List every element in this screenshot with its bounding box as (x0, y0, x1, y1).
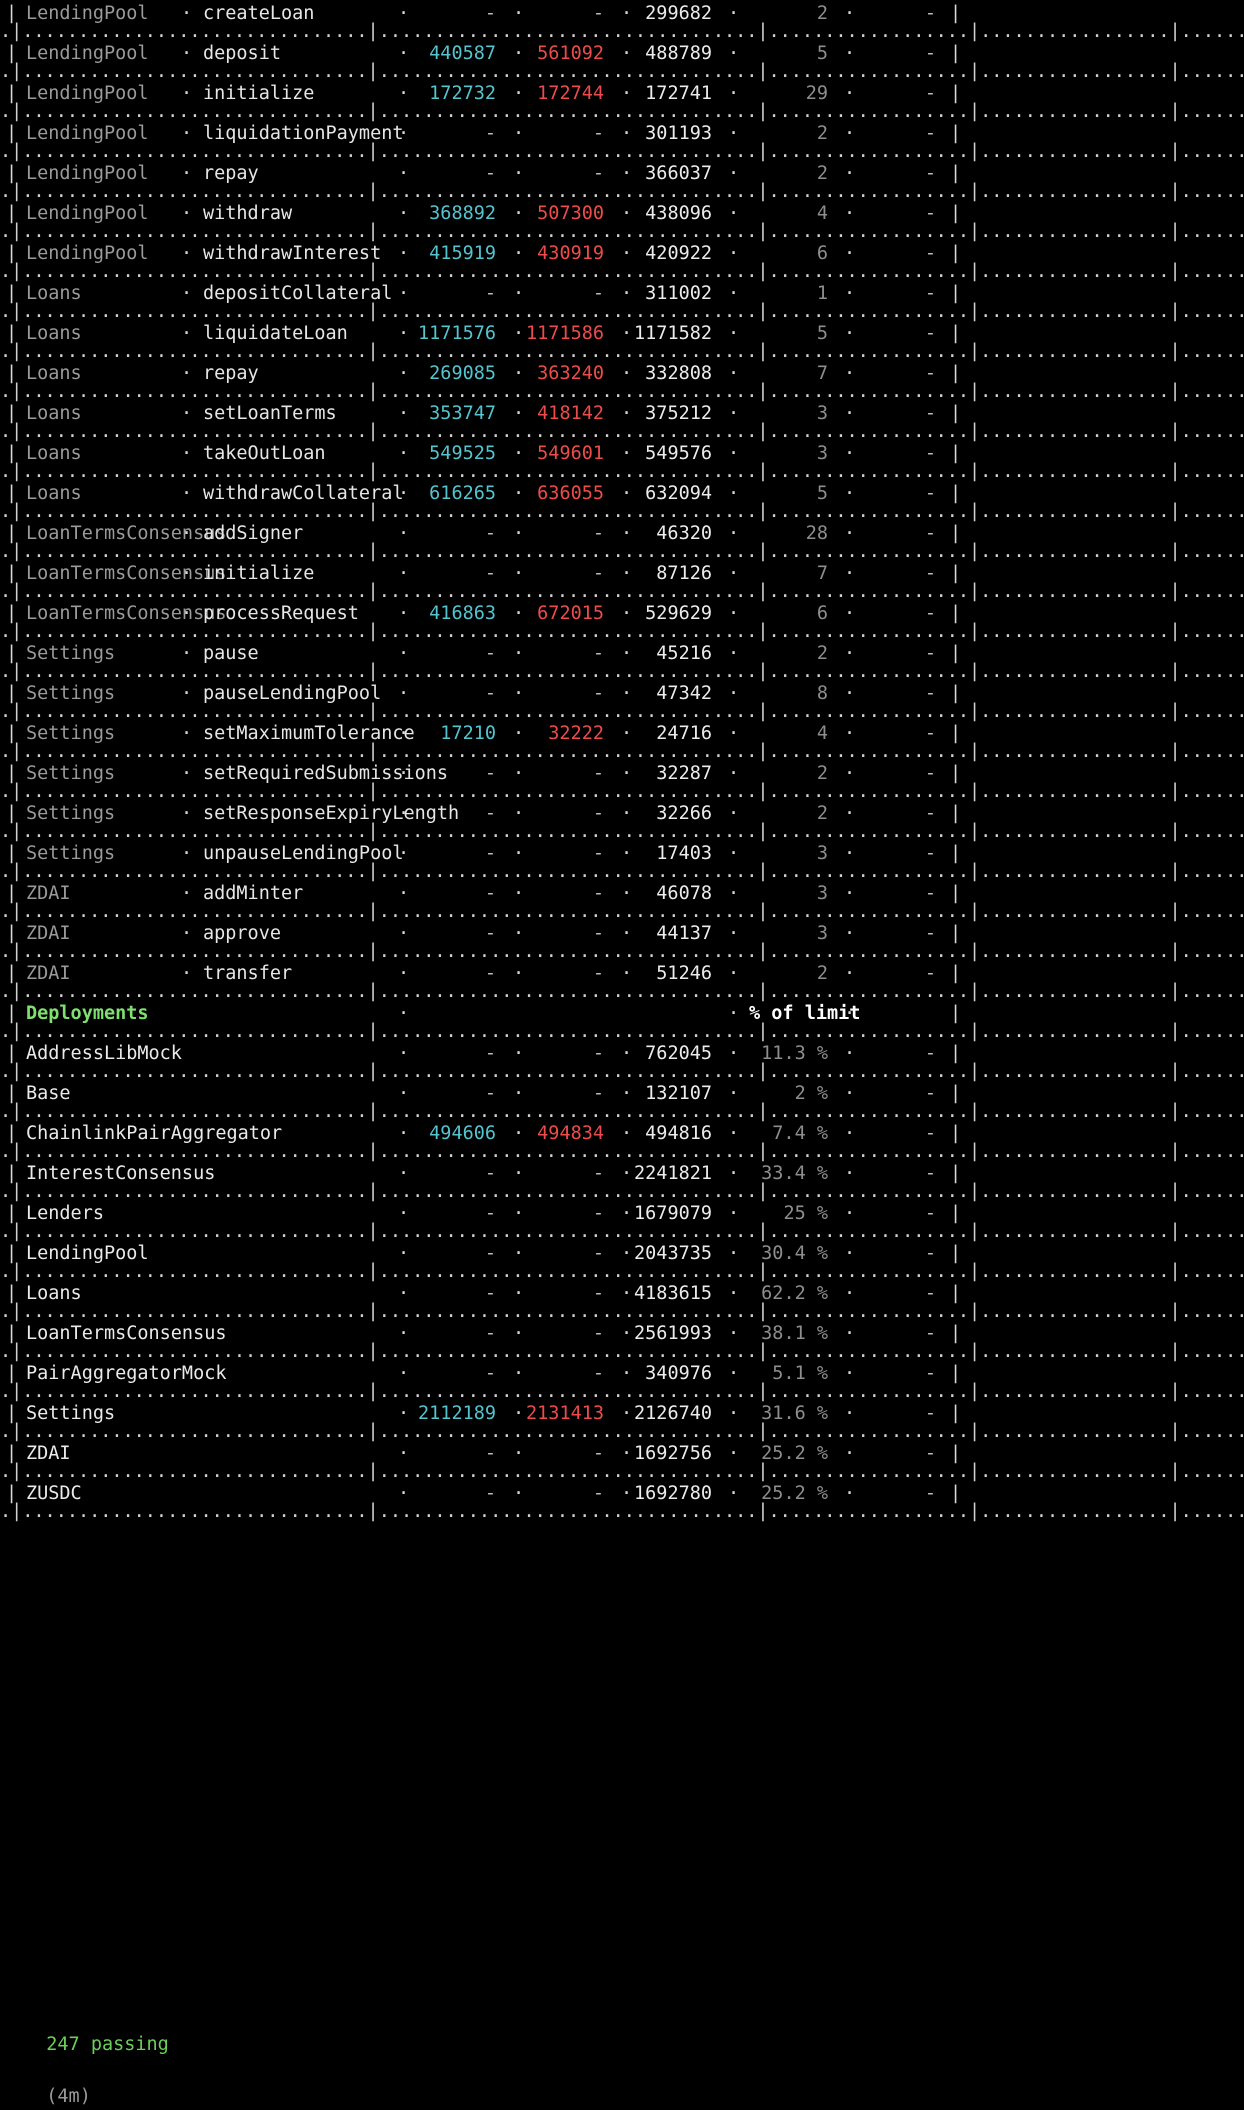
test-summary: 247 passing (4m) (24, 2006, 169, 2107)
terminal-output: | LendingPool · createLoan · - · - · 299682 · 2 · - |.… (0, 0, 1244, 2038)
table-separator: .|...............................|......… (0, 1261, 1244, 1282)
table-separator: .|...............................|......… (0, 821, 1244, 842)
table-separator: .|...............................|......… (0, 701, 1244, 722)
table-separator: .|...............................|......… (0, 661, 1244, 682)
table-separator: .|...............................|......… (0, 221, 1244, 242)
table-separator: .|...............................|......… (0, 621, 1244, 642)
table-separator: .|...............................|......… (0, 1181, 1244, 1202)
table-separator: .|...............................|......… (0, 941, 1244, 962)
table-separator: .|...............................|......… (0, 981, 1244, 1002)
table-separator: .|...............................|......… (0, 1021, 1244, 1042)
table-separator: .|...............................|......… (0, 461, 1244, 482)
table-separator: .|...............................|......… (0, 141, 1244, 162)
table-separator: .|...............................|......… (0, 1061, 1244, 1082)
table-separator: .|...............................|......… (0, 1381, 1244, 1402)
table-separator: .|...............................|......… (0, 741, 1244, 762)
table-separator: .|...............................|......… (0, 341, 1244, 362)
table-separator: .|...............................|......… (0, 581, 1244, 602)
table-separator: .|...............................|......… (0, 101, 1244, 122)
table-separator: .|...............................|......… (0, 1461, 1244, 1482)
table-separator: .|...............................|......… (0, 1141, 1244, 1162)
table-separator: .|...............................|......… (0, 861, 1244, 882)
table-separator: .|...............................|......… (0, 381, 1244, 402)
table-separator: .|...............................|......… (0, 1221, 1244, 1242)
table-separator: .|...............................|......… (0, 301, 1244, 322)
table-separator: .|...............................|......… (0, 901, 1244, 922)
test-duration: (4m) (46, 2086, 91, 2107)
table-separator: .|...............................|......… (0, 501, 1244, 522)
table-separator: .|...............................|......… (0, 1341, 1244, 1362)
table-separator: .|...............................|......… (0, 1501, 1244, 1522)
table-separator: .|...............................|......… (0, 61, 1244, 82)
table-separator: .|...............................|......… (0, 181, 1244, 202)
table-separator: .|...............................|......… (0, 1101, 1244, 1122)
table-separator: .|...............................|......… (0, 1301, 1244, 1322)
passing-count: 247 passing (46, 2034, 169, 2055)
table-separator: .|...............................|......… (0, 541, 1244, 562)
table-separator: .|...............................|......… (0, 1421, 1244, 1442)
table-separator: .|...............................|......… (0, 781, 1244, 802)
table-separator: .|...............................|......… (0, 261, 1244, 282)
table-separator: .|...............................|......… (0, 21, 1244, 42)
table-separator: .|...............................|......… (0, 421, 1244, 442)
